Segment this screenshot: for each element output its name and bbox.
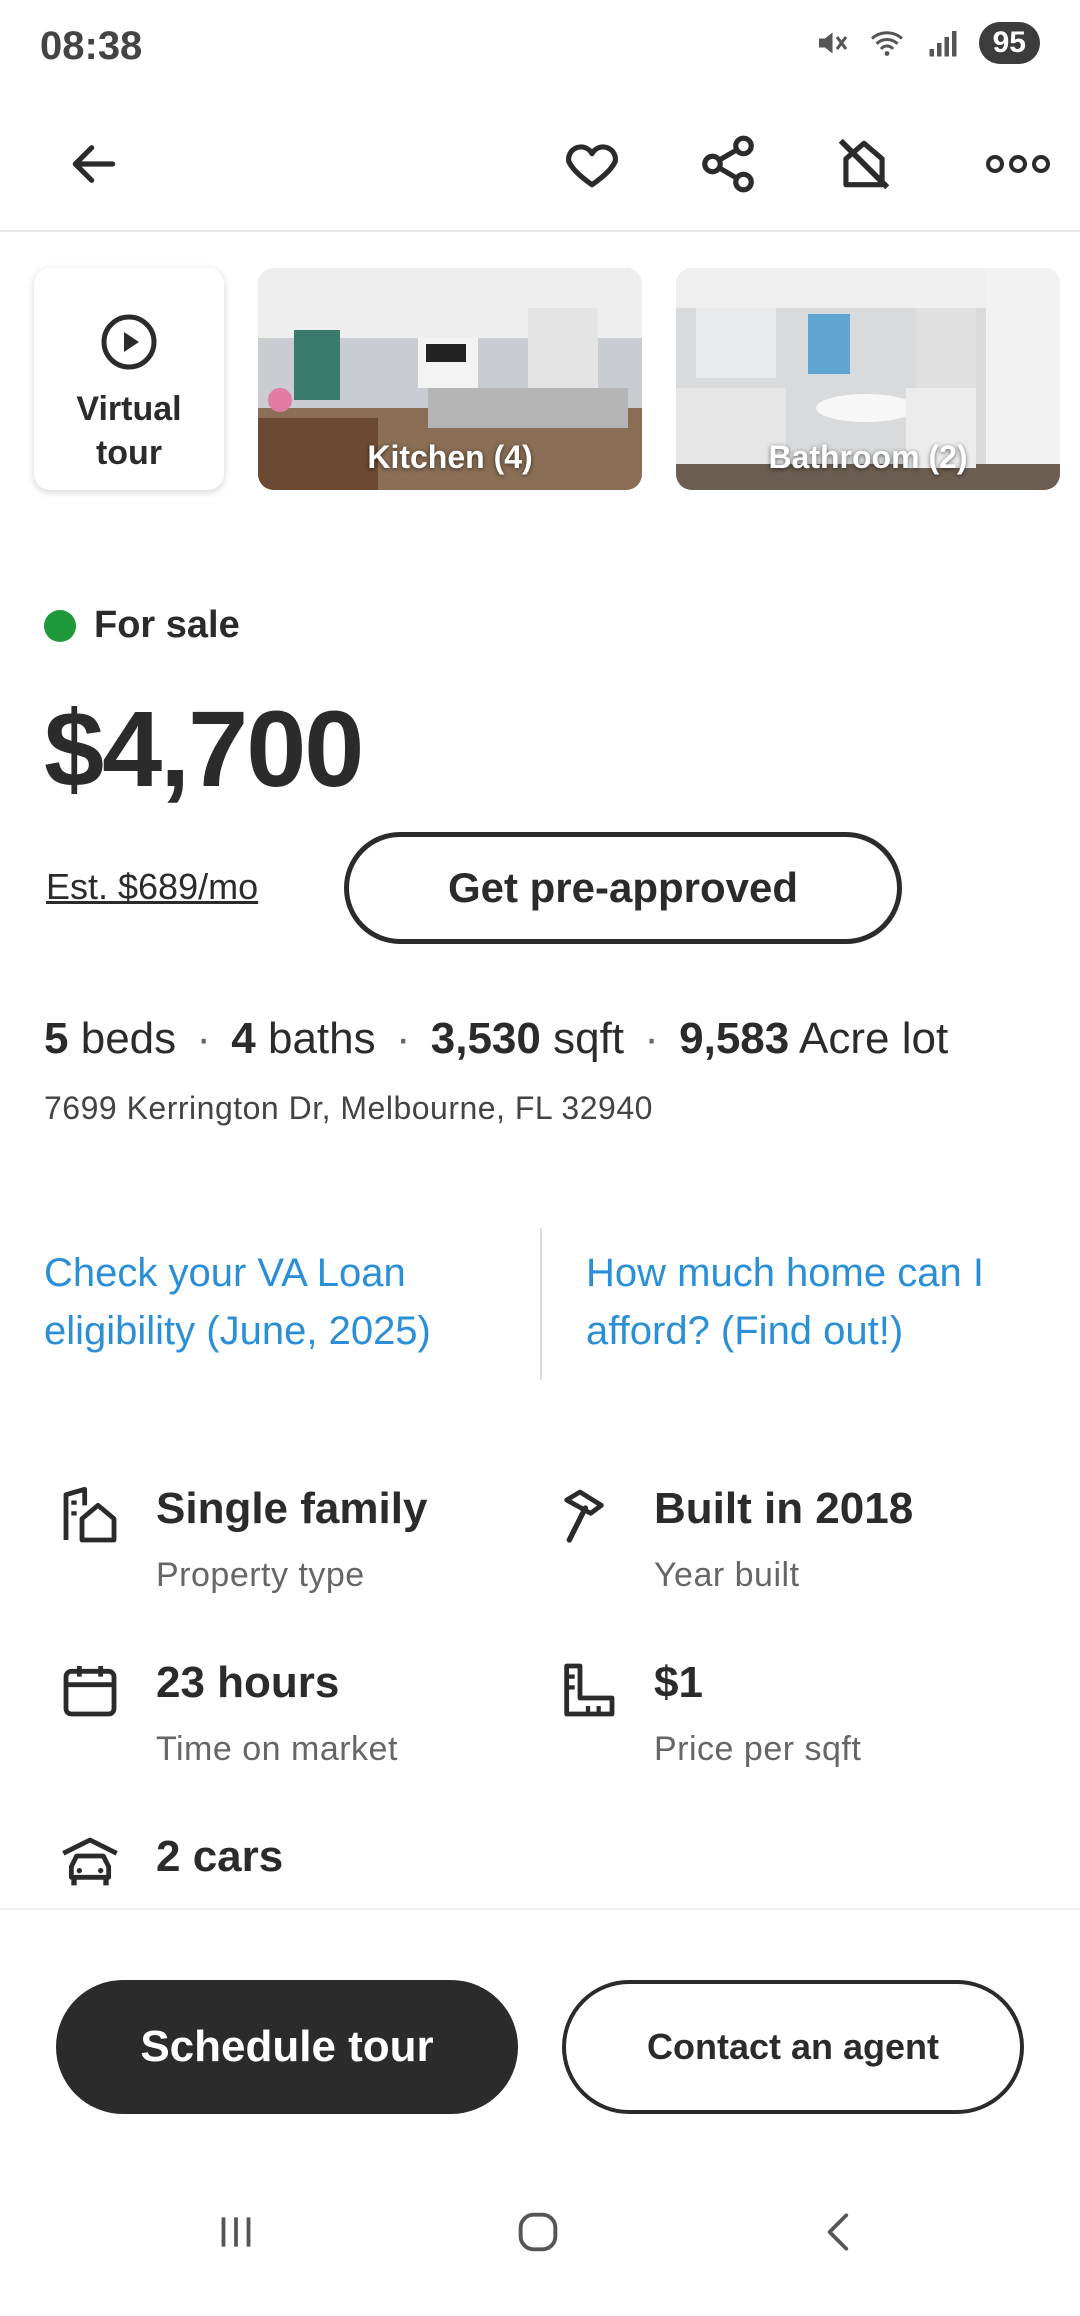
bathroom-photo[interactable]: Bathroom (2) xyxy=(676,268,1060,490)
car-icon xyxy=(62,1837,118,1886)
mute-icon xyxy=(818,32,847,54)
signal-icon xyxy=(929,31,957,57)
status-dot-icon xyxy=(44,609,76,642)
bathroom-caption: Bathroom (2) xyxy=(768,439,968,475)
beds-label: beds xyxy=(80,1014,177,1063)
sqft-label: sqft xyxy=(553,1014,625,1063)
home-button[interactable] xyxy=(498,2192,578,2272)
hammer-icon xyxy=(564,1489,604,1543)
kitchen-caption: Kitchen (4) xyxy=(367,439,533,475)
property-type-label: Property type xyxy=(156,1556,365,1594)
virtual-tour-card[interactable]: Virtual tour xyxy=(34,268,224,490)
price-per-sqft-detail: $1 Price per sqft xyxy=(556,1658,1036,1778)
status-time: 08:38 xyxy=(40,24,143,68)
back-arrow-icon xyxy=(72,145,116,183)
get-preapproved-button[interactable]: Get pre-approved xyxy=(344,832,902,944)
time-on-market-detail: 23 hours Time on market xyxy=(58,1658,538,1778)
time-on-market-label: Time on market xyxy=(156,1730,398,1768)
system-back-icon xyxy=(827,2213,849,2251)
link-divider xyxy=(540,1228,542,1380)
top-nav xyxy=(0,96,1080,232)
share-button[interactable] xyxy=(684,120,772,208)
hide-home-icon xyxy=(838,138,890,190)
price-per-sqft-value: $1 xyxy=(654,1658,703,1707)
home-icon xyxy=(518,2212,558,2252)
recents-button[interactable] xyxy=(196,2192,276,2272)
separator: · xyxy=(196,1014,212,1063)
listing-address: 7699 Kerrington Dr, Melbourne, FL 32940 xyxy=(44,1090,653,1126)
time-on-market-value: 23 hours xyxy=(156,1658,340,1707)
year-built-detail: Built in 2018 Year built xyxy=(556,1484,1036,1604)
share-icon xyxy=(702,135,754,193)
schedule-tour-button[interactable]: Schedule tour xyxy=(56,1980,518,2114)
listing-price: $4,700 xyxy=(44,688,364,809)
property-type-icon xyxy=(63,1486,117,1543)
status-icons: 95 xyxy=(813,22,1040,64)
va-loan-link[interactable]: Check your VA Loan eligibility (June, 20… xyxy=(44,1244,431,1360)
action-bar: Schedule tour Contact an agent xyxy=(0,1908,1080,2148)
favorite-button[interactable] xyxy=(548,120,636,208)
sqft-value: 3,530 xyxy=(430,1014,541,1063)
year-built-label: Year built xyxy=(654,1556,800,1594)
heart-icon xyxy=(566,144,618,188)
beds-value: 5 xyxy=(44,1014,69,1063)
garage-detail: 2 cars xyxy=(58,1832,538,1902)
lot-label: Acre lot xyxy=(799,1014,949,1063)
calendar-icon xyxy=(63,1666,117,1717)
hide-home-button[interactable] xyxy=(820,120,908,208)
virtual-tour-label: Virtual tour xyxy=(76,390,182,472)
baths-label: baths xyxy=(267,1014,376,1063)
back-button[interactable] xyxy=(50,120,138,208)
affordability-link[interactable]: How much home can I afford? (Find out!) xyxy=(586,1244,984,1360)
kitchen-photo[interactable]: Kitchen (4) xyxy=(258,268,642,490)
play-icon xyxy=(101,314,157,370)
system-nav-bar xyxy=(0,2148,1080,2316)
more-options-button[interactable] xyxy=(974,120,1062,208)
more-options-icon xyxy=(986,155,1050,173)
lot-value: 9,583 xyxy=(679,1014,790,1063)
wifi-icon xyxy=(870,31,903,56)
baths-value: 4 xyxy=(231,1014,256,1063)
price-per-sqft-label: Price per sqft xyxy=(654,1730,862,1768)
separator: · xyxy=(395,1014,411,1063)
home-facts: 5 beds · 4 baths · 3,530 sqft · 9,583 Ac… xyxy=(44,1014,948,1064)
property-type-detail: Single family Property type xyxy=(58,1484,538,1604)
financing-links: Check your VA Loan eligibility (June, 20… xyxy=(0,1228,1080,1380)
ruler-icon xyxy=(564,1663,615,1717)
property-type-value: Single family xyxy=(156,1484,428,1533)
listing-status: For sale xyxy=(44,604,240,647)
year-built-value: Built in 2018 xyxy=(654,1484,914,1533)
media-strip: Virtual tour Kitchen (4) Bathroom (2) xyxy=(0,232,1080,532)
recents-icon xyxy=(221,2217,251,2247)
estimated-payment-link[interactable]: Est. $689/mo xyxy=(46,866,258,908)
status-bar: 08:38 95 xyxy=(0,0,1080,96)
status-text: For sale xyxy=(94,604,240,646)
system-back-button[interactable] xyxy=(800,2192,880,2272)
battery-indicator: 95 xyxy=(978,22,1040,64)
garage-value: 2 cars xyxy=(156,1832,284,1881)
separator: · xyxy=(644,1014,659,1063)
contact-agent-button[interactable]: Contact an agent xyxy=(562,1980,1024,2114)
